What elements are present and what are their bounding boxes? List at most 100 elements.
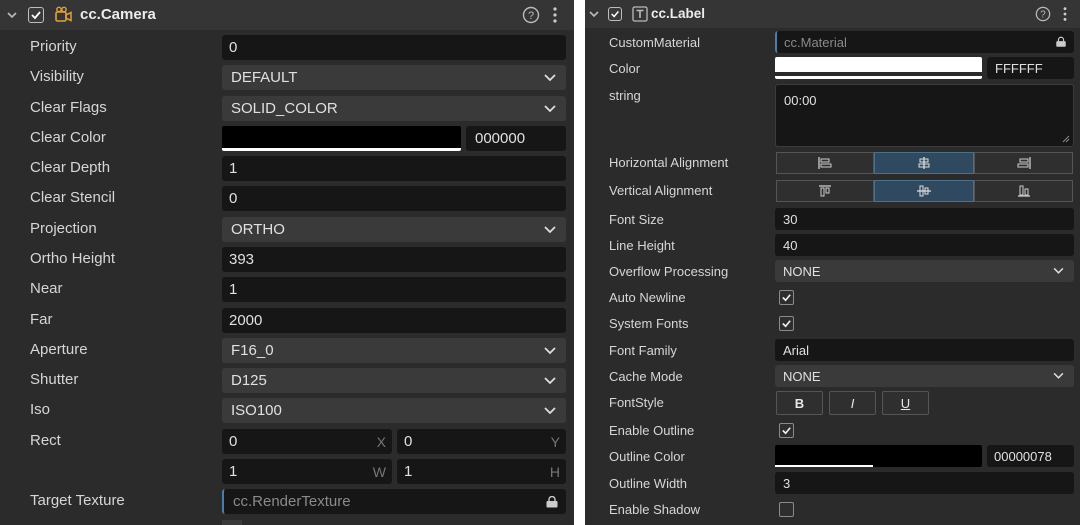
align-right-button[interactable] [974, 152, 1073, 174]
align-center-button[interactable] [874, 152, 974, 174]
string-textarea[interactable]: 00:00 [775, 84, 1074, 147]
color-hex-input[interactable]: FFFFFF [987, 57, 1074, 79]
clear-stencil-value: 0 [229, 190, 238, 207]
underline-button[interactable]: U [882, 391, 929, 415]
camera-component-icon [55, 6, 72, 22]
help-icon[interactable]: ? [522, 6, 540, 24]
color-swatch[interactable] [775, 57, 982, 79]
svg-text:?: ? [528, 10, 534, 22]
clear-color-swatch[interactable] [222, 126, 461, 151]
system-fonts-checkbox[interactable] [779, 316, 794, 331]
iso-select[interactable]: ISO100 [222, 398, 566, 423]
ortho-height-input[interactable]: 393 [222, 247, 566, 272]
align-bottom-button[interactable] [974, 180, 1073, 202]
priority-value: 0 [229, 39, 238, 56]
projection-select[interactable]: ORTHO [222, 217, 566, 242]
line-height-value: 40 [783, 237, 798, 253]
italic-button[interactable]: I [829, 391, 876, 415]
clear-depth-input[interactable]: 1 [222, 156, 566, 181]
clear-stencil-input[interactable]: 0 [222, 186, 566, 211]
camera-inspector-panel: cc.Camera ? Priority 0 Visibility DEFAUL… [0, 0, 574, 525]
align-right-icon [1017, 157, 1031, 169]
ortho-height-value: 393 [229, 251, 255, 268]
outline-color-swatch[interactable] [775, 445, 982, 467]
font-size-input[interactable]: 30 [775, 208, 1074, 230]
aperture-select[interactable]: F16_0 [222, 338, 566, 363]
overflow-processing-label: Overflow Processing [609, 264, 729, 279]
rect-x-axis-label: X [376, 433, 386, 450]
target-texture-label: Target Texture [30, 492, 125, 509]
priority-input[interactable]: 0 [222, 35, 566, 60]
cache-mode-label: Cache Mode [609, 369, 683, 384]
resize-grip-icon[interactable] [1062, 135, 1070, 143]
help-icon[interactable]: ? [1035, 6, 1051, 22]
outline-alpha-bar [775, 465, 873, 467]
font-family-value: Arial [783, 342, 810, 358]
next-row-partial [222, 520, 242, 525]
font-family-input[interactable]: Arial [775, 339, 1074, 361]
custom-material-label: CustomMaterial [609, 35, 701, 50]
target-texture-asset-field[interactable]: cc.RenderTexture [222, 489, 566, 514]
dropdown-arrow-icon [1053, 372, 1064, 379]
chevron-down-icon[interactable] [6, 9, 18, 21]
more-icon[interactable] [552, 6, 558, 24]
clear-color-hex-input[interactable]: 000000 [466, 126, 566, 151]
rect-x-value: 0 [229, 433, 238, 450]
lock-icon[interactable] [545, 495, 559, 508]
line-height-input[interactable]: 40 [775, 234, 1074, 256]
rect-h-input[interactable]: 1H [397, 459, 566, 484]
camera-component-header[interactable]: cc.Camera ? [0, 0, 574, 30]
iso-value: ISO100 [231, 402, 282, 419]
align-middle-button[interactable] [874, 180, 974, 202]
bold-button[interactable]: B [776, 391, 823, 415]
target-texture-placeholder: cc.RenderTexture [233, 493, 351, 510]
cache-mode-value: NONE [783, 368, 821, 384]
checkmark-icon [611, 11, 619, 18]
line-height-label: Line Height [609, 238, 675, 253]
far-label: Far [30, 311, 53, 328]
iso-label: Iso [30, 401, 51, 418]
cache-mode-select[interactable]: NONE [775, 365, 1074, 387]
enable-shadow-label: Enable Shadow [609, 502, 701, 517]
custom-material-asset-field[interactable]: cc.Material [775, 31, 1074, 53]
svg-text:?: ? [1040, 10, 1046, 21]
label-component-header[interactable]: cc.Label ? [585, 0, 1080, 28]
rect-x-input[interactable]: 0X [222, 429, 392, 454]
rect-label: Rect [30, 432, 61, 449]
outline-color-hex-input[interactable]: 00000078 [987, 445, 1074, 467]
align-left-button[interactable] [776, 152, 874, 174]
align-top-button[interactable] [776, 180, 874, 202]
font-size-value: 30 [783, 211, 798, 227]
label-enabled-checkbox[interactable] [608, 7, 622, 21]
auto-newline-checkbox[interactable] [779, 290, 794, 305]
checkmark-icon [782, 320, 791, 328]
clear-flags-select[interactable]: SOLID_COLOR [222, 96, 566, 121]
near-input[interactable]: 1 [222, 277, 566, 302]
checkmark-icon [782, 427, 791, 435]
overflow-processing-select[interactable]: NONE [775, 260, 1074, 282]
vertical-alignment-label: Vertical Alignment [609, 183, 713, 198]
font-size-label: Font Size [609, 212, 664, 227]
far-input[interactable]: 2000 [222, 308, 566, 333]
string-label: string [609, 88, 641, 103]
shutter-select[interactable]: D125 [222, 368, 566, 393]
enable-outline-checkbox[interactable] [779, 423, 794, 438]
camera-enabled-checkbox[interactable] [28, 7, 44, 23]
lock-icon[interactable] [1055, 36, 1067, 48]
chevron-down-icon[interactable] [588, 8, 600, 20]
outline-width-input[interactable]: 3 [775, 472, 1074, 494]
rect-y-value: 0 [404, 433, 413, 450]
shutter-label: Shutter [30, 371, 79, 388]
visibility-select[interactable]: DEFAULT [222, 65, 566, 90]
more-icon[interactable] [1062, 6, 1068, 22]
clear-depth-value: 1 [229, 160, 238, 177]
auto-newline-label: Auto Newline [609, 290, 686, 305]
enable-shadow-checkbox[interactable] [779, 502, 794, 517]
clear-color-label: Clear Color [30, 129, 106, 146]
rect-w-input[interactable]: 1W [222, 459, 392, 484]
label-component-icon [632, 6, 648, 22]
projection-value: ORTHO [231, 221, 285, 238]
rect-y-input[interactable]: 0Y [397, 429, 566, 454]
visibility-value: DEFAULT [231, 69, 298, 86]
dropdown-arrow-icon [544, 104, 556, 112]
